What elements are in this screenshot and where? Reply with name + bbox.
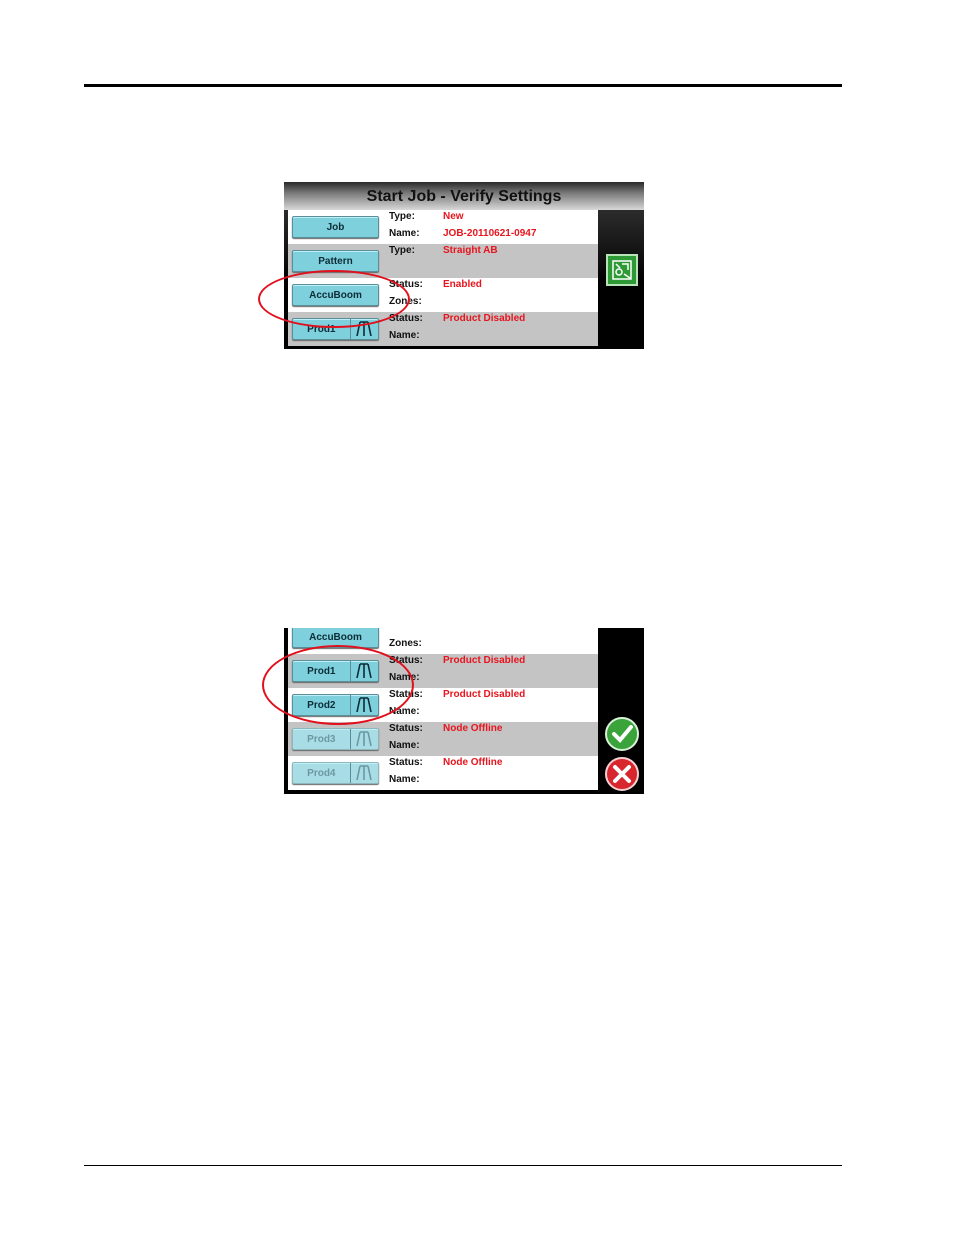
row-label: Status: [389,279,423,290]
gps-guidance-icon [612,260,632,280]
checkmark-icon [605,717,639,751]
settings-row-accuboom: AccuBoom Zones: [288,628,598,654]
start-job-verify-screen: Start Job - Verify Settings Job Type: Ne… [284,182,644,349]
gps-guidance-button[interactable] [606,254,638,286]
prod1-button[interactable]: Prod1 [292,318,379,340]
job-button[interactable]: Job [292,216,379,238]
prod4-button[interactable]: Prod4 [292,762,379,784]
row-label: Status: [389,757,423,768]
settings-row-prod2: Prod2 Status: Product Disabled Name: [288,688,598,722]
row-label: Name: [389,228,420,239]
settings-panel: Job Type: New Name: JOB-20110621-0947 Pa… [288,210,598,346]
row-label: Zones: [389,296,422,307]
row-label: Status: [389,689,423,700]
prod2-label: Prod2 [307,699,336,711]
accept-button[interactable] [604,716,640,752]
settings-row-prod1: Prod1 Status: Product Disabled Name: [288,654,598,688]
pattern-button[interactable]: Pattern [292,250,379,272]
accuboom-button[interactable]: AccuBoom [292,628,379,648]
settings-row-job: Job Type: New Name: JOB-20110621-0947 [288,210,598,244]
row-label: Zones: [389,638,422,649]
settings-row-prod3: Prod3 Status: Node Offline Name: [288,722,598,756]
start-job-verify-screen-scrolled: AccuBoom Zones: Prod1 Status: Product Di… [284,628,644,794]
row-label: Status: [389,723,423,734]
accuboom-button[interactable]: AccuBoom [292,284,379,306]
settings-panel: AccuBoom Zones: Prod1 Status: Product Di… [288,628,598,790]
footer-rule [84,1165,842,1166]
settings-row-prod4: Prod4 Status: Node Offline Name: [288,756,598,790]
prod1-label: Prod1 [307,323,336,335]
row-value: Straight AB [443,245,498,256]
cancel-button[interactable] [604,756,640,792]
prod2-button[interactable]: Prod2 [292,694,379,716]
prod4-label: Prod4 [307,767,336,779]
settings-row-pattern: Pattern Type: Straight AB [288,244,598,278]
x-cancel-icon [605,757,639,791]
row-value: JOB-20110621-0947 [443,228,537,239]
prod1-button[interactable]: Prod1 [292,660,379,682]
prod3-label: Prod3 [307,733,336,745]
spray-boom-icon [349,661,378,681]
row-label: Name: [389,740,420,751]
row-value: Product Disabled [443,689,526,700]
row-label: Type: [389,245,415,256]
row-label: Status: [389,655,423,666]
row-value: Enabled [443,279,482,290]
prod1-label: Prod1 [307,665,336,677]
row-value: Node Offline [443,757,503,768]
spray-boom-icon [349,695,378,715]
settings-row-accuboom: AccuBoom Status: Enabled Zones: [288,278,598,312]
row-value: Product Disabled [443,313,526,324]
row-label: Name: [389,706,420,717]
screen-title: Start Job - Verify Settings [366,188,562,205]
spray-boom-icon [349,729,378,749]
spray-boom-icon [349,319,378,339]
row-value: New [443,211,464,222]
row-label: Name: [389,330,420,341]
row-value: Node Offline [443,723,503,734]
prod3-button[interactable]: Prod3 [292,728,379,750]
header-rule [84,84,842,87]
row-label: Status: [389,313,423,324]
settings-row-prod1: Prod1 Status: Product Disabled Name: [288,312,598,346]
row-label: Name: [389,774,420,785]
row-label: Type: [389,211,415,222]
row-value: Product Disabled [443,655,526,666]
row-label: Name: [389,672,420,683]
spray-boom-icon [349,763,378,783]
